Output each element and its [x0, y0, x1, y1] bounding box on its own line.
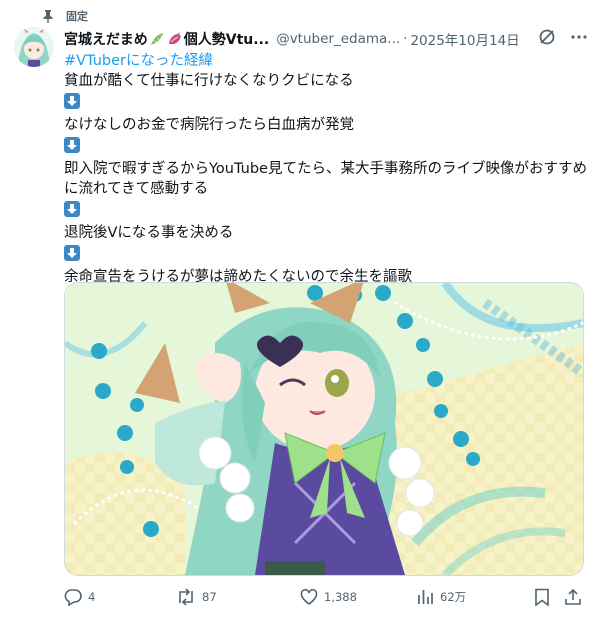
pin-icon — [42, 9, 54, 23]
share-icon — [564, 588, 582, 606]
repost-icon — [176, 588, 196, 606]
views-icon — [416, 588, 434, 606]
post-date[interactable]: 2025年10月14日 — [410, 29, 519, 49]
post-text: #VTuberになった経緯 貧血が酷くて仕事に行けなくなりクビになる なけなしの… — [64, 51, 588, 287]
pinned-label: 固定 — [66, 10, 88, 23]
repost-button[interactable]: 87 — [176, 588, 217, 606]
display-name[interactable]: 宮城えだまめ 個人勢Vtu... — [64, 29, 269, 49]
views-count: 62万 — [440, 590, 467, 604]
post-line-3: 即入院で暇すぎるからYouTube見てたら、某大手事務所のライブ映像がおすすめに… — [64, 161, 587, 197]
post-line-1: 貧血が酷くて仕事に行けなくなりクビになる — [64, 73, 354, 89]
display-name-suffix: 個人勢Vtu... — [183, 32, 270, 48]
down-arrow-icon — [64, 245, 80, 261]
like-button[interactable]: 1,388 — [300, 588, 357, 606]
pinned-row: 固定 — [42, 8, 88, 24]
reply-icon — [64, 588, 82, 606]
repost-count: 87 — [202, 590, 217, 604]
bookmark-button[interactable] — [534, 588, 550, 606]
views-button[interactable]: 62万 — [416, 588, 466, 606]
down-arrow-icon — [64, 201, 80, 217]
grok-icon[interactable] — [538, 28, 556, 50]
down-arrow-icon — [64, 93, 80, 109]
post-line-4: 退院後Vになる事を決める — [64, 225, 234, 241]
action-bar: 4 87 1,388 62万 — [64, 588, 584, 608]
heart-icon — [300, 588, 318, 606]
bookmark-icon — [534, 588, 550, 606]
display-name-prefix: 宮城えだまめ — [64, 32, 148, 48]
like-count: 1,388 — [324, 590, 357, 604]
post-line-2: なけなしのお金で病院行ったら白血病が発覚 — [64, 117, 354, 133]
separator-dot: · — [403, 31, 408, 47]
user-handle[interactable]: @vtuber_edama... — [276, 31, 400, 47]
down-arrow-icon — [64, 137, 80, 153]
sweet-potato-icon — [167, 31, 183, 47]
hashtag-link[interactable]: #VTuberになった経緯 — [64, 53, 213, 69]
post-image[interactable] — [64, 282, 584, 576]
reply-button[interactable]: 4 — [64, 588, 95, 606]
edamame-icon — [149, 31, 165, 47]
avatar[interactable] — [14, 27, 54, 67]
more-icon[interactable] — [570, 28, 588, 50]
reply-count: 4 — [88, 590, 96, 604]
post-header: 宮城えだまめ 個人勢Vtu... @vtuber_edama... · 2025年… — [64, 28, 588, 50]
share-button[interactable] — [564, 588, 582, 606]
